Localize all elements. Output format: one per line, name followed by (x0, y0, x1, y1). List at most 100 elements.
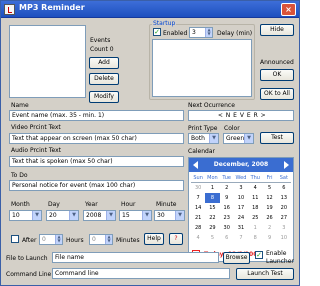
delay-input[interactable]: 3 ▲ ▼ (189, 27, 213, 38)
hour-select[interactable]: 15 ▼ (119, 210, 152, 221)
calendar-day[interactable]: 9 (262, 233, 276, 243)
name-input[interactable]: Event name (max. 35 - min. 1) (9, 110, 184, 121)
delay-spinner-icon[interactable]: ▲ ▼ (205, 28, 212, 37)
launch-test-button[interactable]: Launch Test (236, 268, 294, 280)
startup-list[interactable] (152, 39, 252, 97)
chevron-down-icon[interactable]: ▼ (106, 211, 115, 220)
calendar-day[interactable]: 8 (248, 233, 262, 243)
calendar-day[interactable]: 23 (220, 213, 234, 223)
calendar-day[interactable]: 4 (191, 233, 205, 243)
calendar-week: 28 29 30 31 1 2 3 (191, 223, 291, 233)
calendar-weekday: Mon (205, 175, 220, 183)
chevron-down-icon[interactable]: ▼ (32, 211, 41, 220)
calendar-day[interactable]: 29 (205, 223, 219, 233)
calendar-day[interactable]: 26 (262, 213, 276, 223)
ok-to-all-button[interactable]: OK to All (260, 88, 294, 100)
calendar-day[interactable]: 3 (234, 183, 248, 193)
calendar-day[interactable]: 4 (248, 183, 262, 193)
minute-select[interactable]: 30 ▼ (154, 210, 185, 221)
hours-spinner-icon[interactable]: ▲ ▼ (55, 235, 62, 244)
chevron-down-icon[interactable]: ▼ (69, 211, 78, 220)
calendar-day[interactable]: 20 (277, 203, 291, 213)
test-button[interactable]: Test (260, 132, 294, 144)
calendar-day[interactable]: 14 (191, 203, 205, 213)
help-button[interactable]: Help (144, 233, 164, 245)
calendar-day[interactable]: 28 (191, 223, 205, 233)
calendar-day[interactable]: 5 (205, 233, 219, 243)
month-select[interactable]: 10 ▼ (9, 210, 42, 221)
calendar-day[interactable]: 21 (191, 213, 205, 223)
print-type-select[interactable]: Both ▼ (188, 133, 219, 144)
calendar-day[interactable]: 1 (248, 223, 262, 233)
calendar-day[interactable]: 27 (277, 213, 291, 223)
delete-button[interactable]: Delete (89, 73, 119, 85)
after-minutes-input[interactable]: 0 ▲ ▼ (89, 234, 113, 245)
calendar-day[interactable]: 12 (262, 193, 276, 203)
next-occurrence-label: Next Ocurrence (188, 102, 235, 109)
calendar-day[interactable]: 11 (248, 193, 262, 203)
calendar-day[interactable]: 10 (277, 233, 291, 243)
calendar-day[interactable]: 16 (220, 203, 234, 213)
previous-month-icon[interactable] (193, 161, 198, 169)
add-button[interactable]: Add (89, 57, 119, 69)
calendar-day[interactable]: 24 (234, 213, 248, 223)
after-label: After (22, 237, 37, 244)
command-line-input[interactable]: Command line (52, 268, 230, 279)
todo-input[interactable]: Personal notice for event (max 100 char) (9, 180, 184, 191)
calendar-day[interactable]: 17 (234, 203, 248, 213)
calendar-day[interactable]: 2 (220, 183, 234, 193)
calendar-day[interactable]: 18 (248, 203, 262, 213)
calendar[interactable]: December, 2008 Sun Mon Tue Wed Thu Fri Sat 30 1 2… (188, 157, 294, 262)
calendar-day[interactable]: 30 (191, 183, 205, 193)
calendar-day[interactable]: 7 (234, 233, 248, 243)
calendar-day[interactable]: 22 (205, 213, 219, 223)
ok-button[interactable]: OK (260, 69, 294, 81)
events-list[interactable] (9, 25, 86, 98)
announced-label: Announced (260, 59, 294, 66)
calendar-day[interactable]: 15 (205, 203, 219, 213)
calendar-day[interactable]: 7 (191, 193, 205, 203)
after-hours-input[interactable]: 0 ▲ ▼ (39, 234, 63, 245)
color-label: Color (224, 125, 240, 132)
chevron-down-icon[interactable]: ▼ (244, 134, 253, 143)
modify-button[interactable]: Modify (89, 91, 119, 103)
minutes-spinner-icon[interactable]: ▲ ▼ (105, 235, 112, 244)
calendar-day[interactable]: 31 (234, 223, 248, 233)
calendar-day[interactable]: 30 (220, 223, 234, 233)
calendar-day[interactable]: 6 (220, 233, 234, 243)
calendar-day[interactable]: 3 (277, 223, 291, 233)
calendar-day[interactable]: 8 (205, 193, 220, 203)
next-month-icon[interactable] (284, 161, 289, 169)
calendar-day[interactable]: 25 (248, 213, 262, 223)
hide-button[interactable]: Hide (260, 24, 294, 36)
question-button[interactable]: ? (169, 233, 183, 245)
close-button[interactable]: × (281, 3, 296, 16)
after-checkbox[interactable] (11, 235, 19, 243)
file-to-launch-input[interactable]: File name (52, 252, 219, 263)
calendar-month-title: December, 2008 (213, 161, 269, 168)
chevron-down-icon[interactable]: ▼ (209, 134, 218, 143)
events-count: Count 0 (90, 46, 114, 53)
calendar-day[interactable]: 2 (262, 223, 276, 233)
minutes-label: Minutes (116, 237, 140, 244)
calendar-day[interactable]: 9 (220, 193, 234, 203)
title-bar[interactable]: MP3 Reminder × (1, 1, 299, 18)
calendar-day[interactable]: 1 (205, 183, 219, 193)
day-value: 20 (49, 212, 57, 219)
chevron-down-icon[interactable]: ▼ (175, 211, 184, 220)
calendar-day[interactable]: 10 (234, 193, 248, 203)
color-select[interactable]: Green ▼ (223, 133, 254, 144)
calendar-day[interactable]: 19 (262, 203, 276, 213)
year-select[interactable]: 2008 ▼ (83, 210, 116, 221)
enable-launcher-checkbox[interactable]: ✓ (255, 251, 263, 259)
browse-button[interactable]: Browse (223, 252, 250, 264)
day-select[interactable]: 20 ▼ (46, 210, 79, 221)
enabled-checkbox[interactable]: ✓ (153, 28, 161, 36)
chevron-down-icon[interactable]: ▼ (142, 211, 151, 220)
calendar-day[interactable]: 13 (277, 193, 291, 203)
audio-print-input[interactable]: Text that is spoken (max 50 char) (9, 156, 184, 167)
calendar-day[interactable]: 6 (277, 183, 291, 193)
video-print-input[interactable]: Text that appear on screen (max 50 char) (9, 133, 184, 144)
name-label: Name (11, 102, 29, 109)
calendar-day[interactable]: 5 (262, 183, 276, 193)
